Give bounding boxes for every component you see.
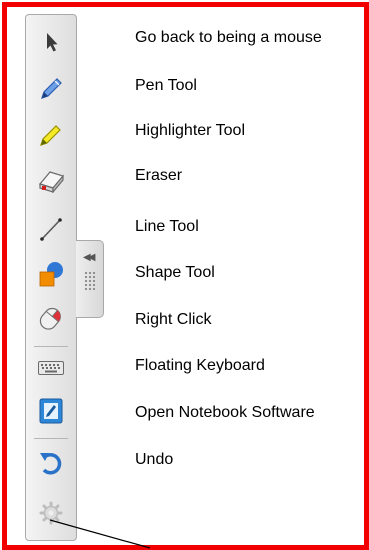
pointer-line bbox=[49, 519, 151, 549]
